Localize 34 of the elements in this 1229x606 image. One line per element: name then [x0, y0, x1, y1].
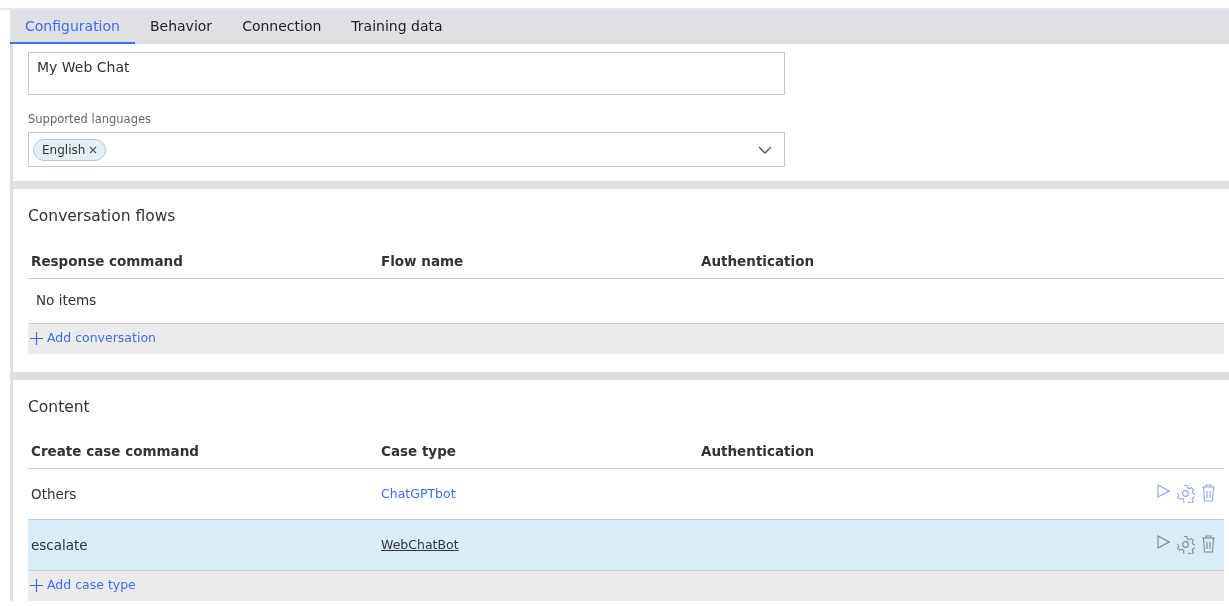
table-cell: Others: [31, 485, 77, 502]
close-icon[interactable]: [89, 145, 98, 154]
column-header: Response command: [31, 252, 183, 269]
tab[interactable]: Connection: [227, 10, 337, 44]
delete-icon[interactable]: [1201, 484, 1216, 503]
column-header: Flow name: [381, 252, 464, 269]
add-link[interactable]: Add conversation: [30, 329, 156, 348]
play-icon[interactable]: [1157, 484, 1170, 499]
case-type-link[interactable]: ChatGPTbot: [381, 486, 456, 502]
table-row[interactable]: Others ChatGPTbot: [28, 468, 1224, 520]
plus-icon: [30, 332, 43, 345]
column-header: Authentication: [701, 443, 815, 460]
languages-field[interactable]: English: [28, 132, 785, 168]
chevron-down-icon: [758, 145, 772, 154]
language-tag: English: [33, 138, 107, 161]
play-icon[interactable]: [1157, 535, 1170, 550]
settings-icon[interactable]: [1176, 484, 1195, 504]
section-title: Conversation flows: [28, 206, 177, 228]
plus-icon: [30, 579, 43, 593]
case-type-link[interactable]: WebChatBot: [381, 537, 459, 553]
table-cell: escalate: [31, 536, 88, 553]
column-header: Create case command: [31, 443, 199, 460]
delete-icon[interactable]: [1201, 535, 1216, 554]
empty-message: No items: [36, 292, 97, 309]
column-header: Case type: [381, 443, 456, 460]
add-link[interactable]: Add case type: [30, 576, 136, 596]
tab[interactable]: Behavior: [134, 10, 228, 44]
field-label: Supported languages: [28, 111, 153, 128]
table-row[interactable]: escalate WebChatBot: [28, 519, 1224, 571]
column-header: Authentication: [701, 252, 815, 269]
description-field[interactable]: My Web Chat: [28, 52, 785, 95]
tab[interactable]: Training data: [336, 10, 458, 44]
settings-icon[interactable]: [1176, 535, 1195, 555]
section-title: Content: [28, 396, 91, 418]
